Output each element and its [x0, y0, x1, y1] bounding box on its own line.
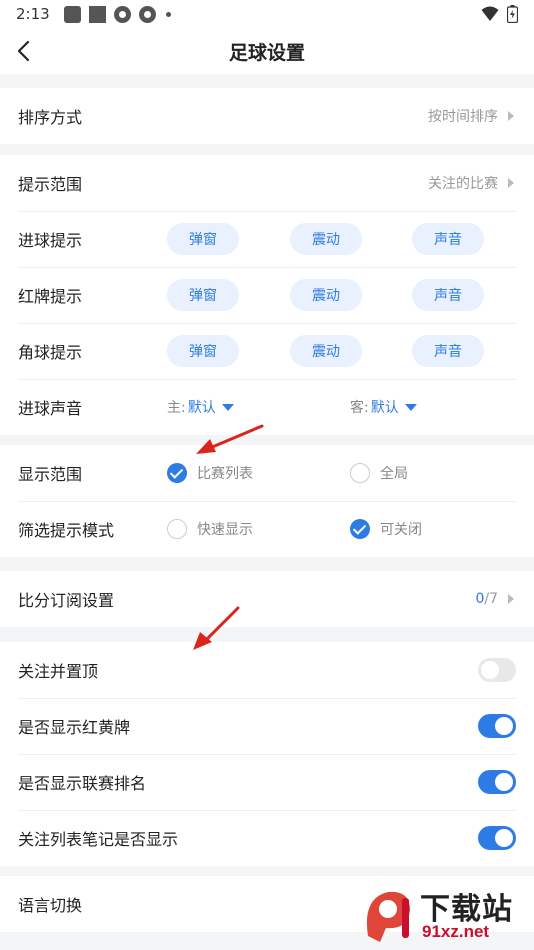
alert-range-label: 提示范围: [18, 175, 83, 194]
pin-follow-toggle[interactable]: [478, 658, 516, 682]
filter-quick-option[interactable]: 快速显示: [167, 519, 253, 539]
home-sound-select[interactable]: 主: 默认: [167, 397, 234, 417]
pin-follow-label: 关注并置顶: [18, 662, 99, 681]
filter-mode-row: 筛选提示模式 快速显示 可关闭: [0, 501, 534, 557]
filter-option2-label: 可关闭: [380, 522, 422, 538]
annotation-arrow-icon-2: [193, 606, 240, 650]
show-notes-row: 关注列表笔记是否显示: [0, 810, 534, 866]
goal-sound-label: 进球声音: [18, 399, 83, 418]
goal-sound-chip[interactable]: 声音: [412, 223, 484, 255]
away-sound-value: 默认: [370, 400, 399, 416]
notification-ball-icon: [113, 5, 131, 23]
red-vibrate-chip[interactable]: 震动: [290, 279, 362, 311]
show-notes-toggle[interactable]: [478, 826, 516, 850]
annotation-arrow-icon: [196, 424, 264, 454]
subscription-section: 比分订阅设置 0/7: [0, 571, 534, 627]
red-card-alert-row: 红牌提示 弹窗 震动 声音: [0, 267, 534, 323]
show-rank-row: 是否显示联赛排名: [0, 754, 534, 810]
sort-value: 按时间排序: [428, 109, 498, 125]
filter-closable-option[interactable]: 可关闭: [350, 519, 422, 539]
dropdown-arrow-icon: [221, 403, 234, 411]
show-cards-toggle[interactable]: [478, 714, 516, 738]
red-card-alert-label: 红牌提示: [18, 287, 83, 306]
language-label: 语言切换: [18, 896, 83, 915]
status-bar: 2:13: [0, 0, 534, 28]
subscription-total: /7: [484, 591, 498, 607]
display-section: 显示范围 比赛列表 全局 筛选提示模式 快速显示 可关闭: [0, 445, 534, 557]
watermark-logo-icon: [366, 891, 410, 942]
wifi-icon: [481, 6, 499, 21]
unchecked-radio-icon: [350, 463, 370, 483]
dropdown-arrow-icon: [404, 403, 417, 411]
scope-global-option[interactable]: 全局: [350, 463, 408, 483]
battery-icon: [507, 5, 518, 23]
away-sound-prefix: 客:: [350, 400, 369, 416]
watermark-logo: 下载站 91xz.net: [358, 884, 528, 946]
corner-vibrate-chip[interactable]: 震动: [290, 335, 362, 367]
checked-radio-icon: [350, 519, 370, 539]
display-scope-label: 显示范围: [18, 465, 83, 484]
sort-row[interactable]: 排序方式 按时间排序: [0, 88, 534, 144]
show-rank-label: 是否显示联赛排名: [18, 774, 147, 793]
chevron-right-icon: [508, 111, 514, 121]
goal-vibrate-chip[interactable]: 震动: [290, 223, 362, 255]
status-time: 2:13: [16, 5, 50, 23]
red-sound-chip[interactable]: 声音: [412, 279, 484, 311]
pin-follow-row: 关注并置顶: [0, 642, 534, 698]
home-sound-prefix: 主:: [167, 400, 186, 416]
checked-radio-icon: [167, 463, 187, 483]
away-sound-select[interactable]: 客: 默认: [350, 397, 417, 417]
sort-section: 排序方式 按时间排序: [0, 88, 534, 144]
scope-option2-label: 全局: [380, 466, 408, 482]
chevron-right-icon: [508, 594, 514, 604]
corner-sound-chip[interactable]: 声音: [412, 335, 484, 367]
watermark-site: 91xz.net: [422, 922, 490, 941]
subscription-label: 比分订阅设置: [18, 591, 115, 610]
sort-label: 排序方式: [18, 108, 83, 127]
nav-bar: 足球设置: [0, 28, 534, 74]
chevron-right-icon: [508, 178, 514, 188]
alerts-section: 提示范围 关注的比赛 进球提示 弹窗 震动 声音 红牌提示 弹窗 震动 声音 角…: [0, 155, 534, 435]
home-sound-value: 默认: [187, 400, 216, 416]
goal-popup-chip[interactable]: 弹窗: [167, 223, 239, 255]
alert-range-value: 关注的比赛: [428, 176, 498, 192]
goal-alert-row: 进球提示 弹窗 震动 声音: [0, 211, 534, 267]
corner-alert-label: 角球提示: [18, 343, 83, 362]
subscription-row[interactable]: 比分订阅设置 0/7: [0, 571, 534, 627]
red-popup-chip[interactable]: 弹窗: [167, 279, 239, 311]
notification-image-icon: [88, 5, 106, 23]
scope-match-list-option[interactable]: 比赛列表: [167, 463, 253, 483]
more-notifications-dot-icon: [165, 11, 171, 17]
unchecked-radio-icon: [167, 519, 187, 539]
page-title: 足球设置: [228, 42, 305, 64]
show-cards-row: 是否显示红黄牌: [0, 698, 534, 754]
subscription-count: 0/7: [475, 591, 498, 607]
toggle-section: 关注并置顶 是否显示红黄牌 是否显示联赛排名 关注列表笔记是否显示: [0, 642, 534, 866]
scope-option1-label: 比赛列表: [197, 466, 253, 482]
filter-option1-label: 快速显示: [197, 522, 253, 538]
show-notes-label: 关注列表笔记是否显示: [18, 830, 179, 849]
alert-range-row[interactable]: 提示范围 关注的比赛: [0, 155, 534, 211]
corner-popup-chip[interactable]: 弹窗: [167, 335, 239, 367]
show-cards-label: 是否显示红黄牌: [18, 718, 131, 737]
notification-ball-icon-2: [138, 5, 156, 23]
filter-mode-label: 筛选提示模式: [18, 521, 115, 540]
notification-app-icon: [63, 5, 81, 23]
goal-alert-label: 进球提示: [18, 231, 83, 250]
show-rank-toggle[interactable]: [478, 770, 516, 794]
corner-alert-row: 角球提示 弹窗 震动 声音: [0, 323, 534, 379]
